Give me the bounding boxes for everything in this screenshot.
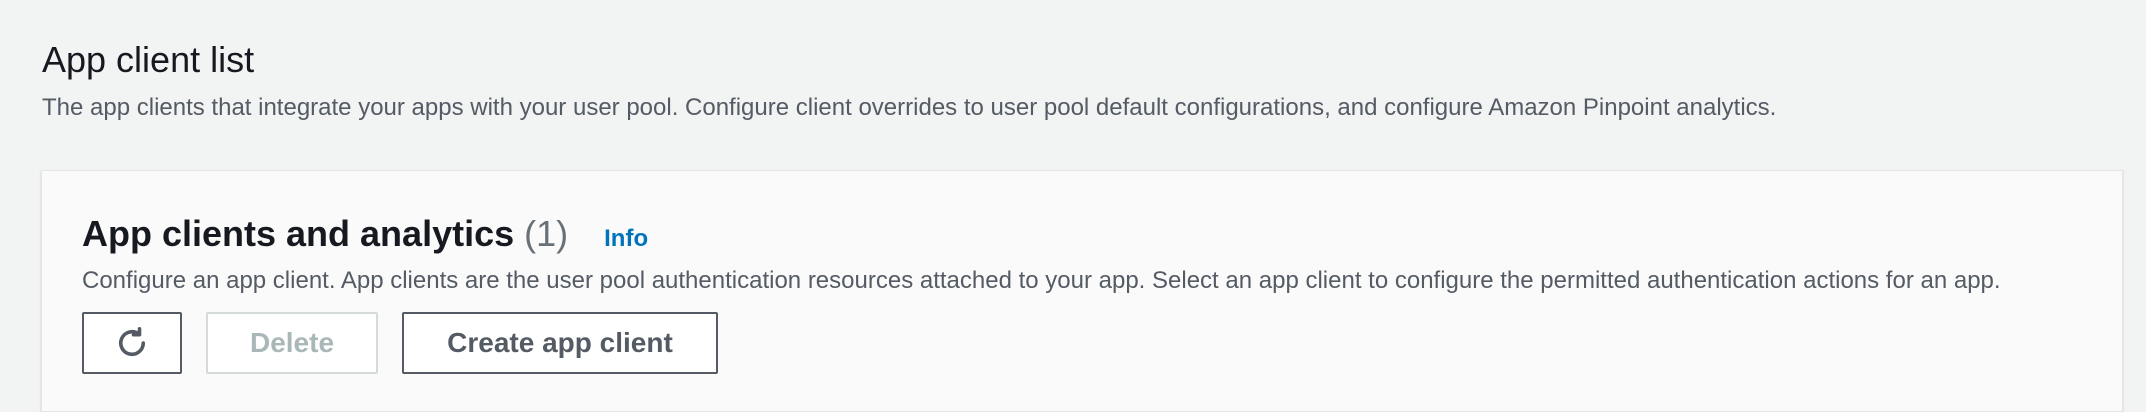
refresh-icon xyxy=(118,326,146,356)
panel-count: (1) xyxy=(524,213,569,254)
create-app-client-button[interactable]: Create app client xyxy=(402,312,718,374)
panel-description: Configure an app client. App clients are… xyxy=(82,267,2001,294)
panel-header: App clients and analytics (1) Info xyxy=(82,211,648,257)
delete-button[interactable]: Delete xyxy=(206,312,378,374)
page-description: The app clients that integrate your apps… xyxy=(42,94,1777,121)
panel-actions: Delete Create app client xyxy=(82,312,718,374)
refresh-button[interactable] xyxy=(82,312,182,374)
app-clients-panel: App clients and analytics (1) Info Confi… xyxy=(41,170,2123,412)
info-link[interactable]: Info xyxy=(604,225,648,253)
page-title: App client list xyxy=(42,39,255,80)
page-header: App client list The app clients that int… xyxy=(42,36,1776,124)
panel-title: App clients and analytics xyxy=(82,213,515,254)
